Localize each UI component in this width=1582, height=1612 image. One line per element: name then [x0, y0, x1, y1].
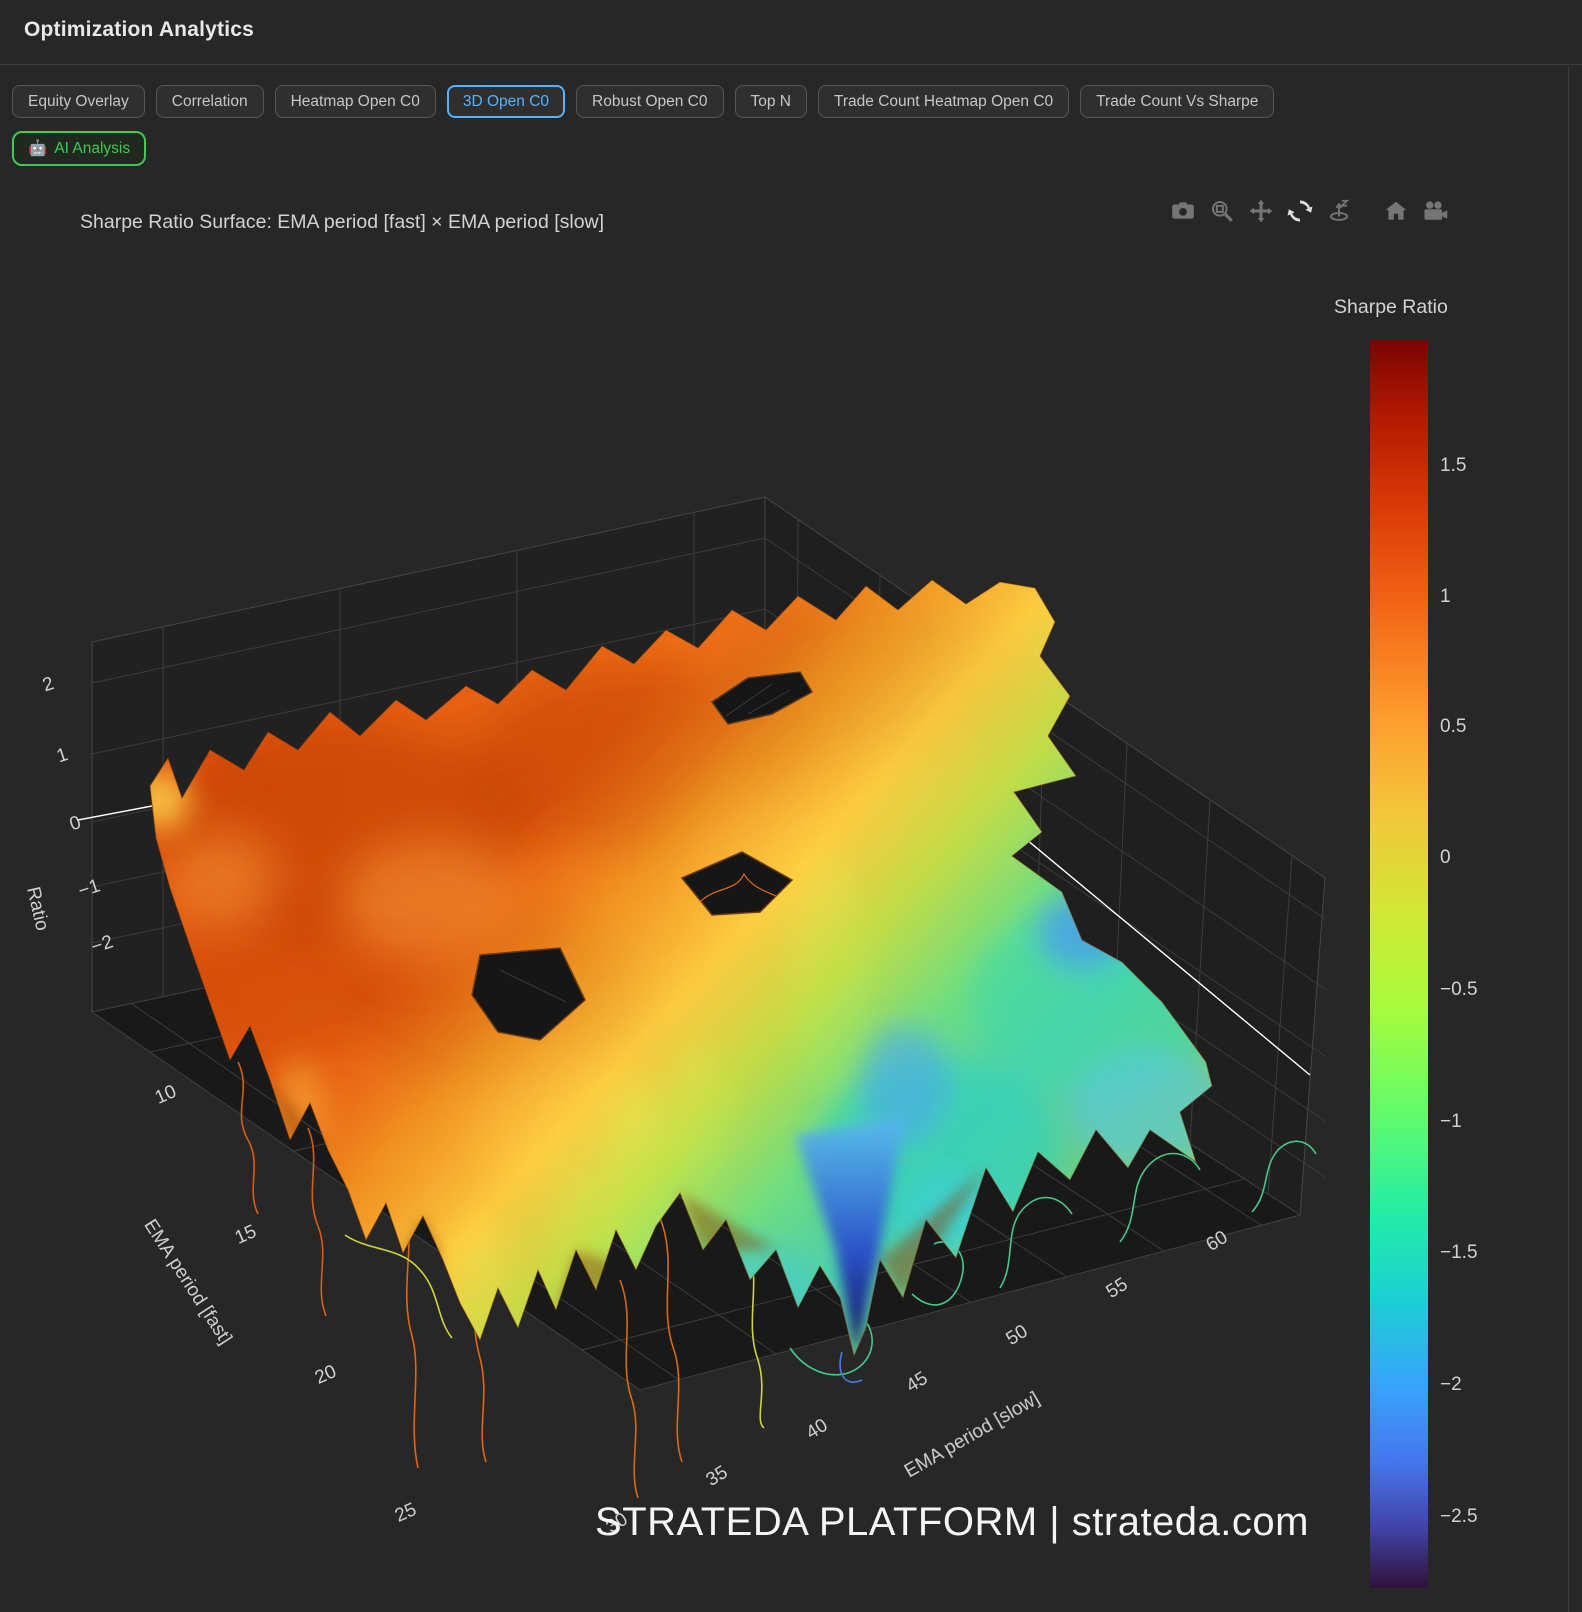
tab-trade-count-vs-sharpe[interactable]: Trade Count Vs Sharpe	[1080, 85, 1274, 118]
page-title: Optimization Analytics	[0, 0, 1582, 42]
turntable-rotation-icon[interactable]	[1324, 195, 1354, 227]
colorbar-tick: 0.5	[1440, 716, 1466, 738]
colorbar-tick: −1	[1440, 1111, 1462, 1133]
reset-camera-home-icon[interactable]	[1381, 195, 1411, 227]
tab-trade-count-heatmap-open-c0[interactable]: Trade Count Heatmap Open C0	[818, 85, 1069, 118]
colorbar-tick: 0	[1440, 847, 1451, 869]
panel-divider	[1568, 66, 1569, 1612]
tab-correlation[interactable]: Correlation	[156, 85, 264, 118]
y-axis-title: EMA period [slow]	[901, 1388, 1043, 1482]
colorbar-title: Sharpe Ratio	[1334, 296, 1448, 319]
y-tick: 40	[803, 1415, 832, 1444]
pan-icon[interactable]	[1246, 195, 1276, 227]
y-tick: 50	[1003, 1321, 1032, 1350]
app-header: Optimization Analytics	[0, 0, 1582, 65]
colorbar-tick: 1	[1440, 586, 1451, 608]
colorbar-tick: −2	[1440, 1374, 1462, 1396]
tab-top-n[interactable]: Top N	[735, 85, 808, 118]
plot-title: Sharpe Ratio Surface: EMA period [fast] …	[80, 211, 604, 234]
x-axis-title: EMA period [fast]	[139, 1216, 235, 1349]
tab-robust-open-c0[interactable]: Robust Open C0	[576, 85, 723, 118]
colorbar-tick: −0.5	[1440, 979, 1478, 1001]
z-tick: 1	[54, 744, 71, 767]
surface-plot-canvas[interactable]: 2 1 0 −1 −2 10 15 20 25 30 35 40 45 50 5…	[0, 0, 1582, 1612]
colorbar-tick: −1.5	[1440, 1242, 1478, 1264]
zoom-icon[interactable]	[1207, 195, 1237, 227]
robot-icon: 🤖	[28, 139, 47, 158]
y-tick: 55	[1103, 1274, 1132, 1303]
platform-watermark: STRATEDA PLATFORM | strateda.com	[595, 1500, 1309, 1545]
camera-snapshot-icon[interactable]	[1168, 195, 1198, 227]
z-tick: 2	[40, 673, 57, 696]
tab-heatmap-open-c0[interactable]: Heatmap Open C0	[275, 85, 436, 118]
reset-camera-last-save-icon[interactable]	[1420, 195, 1450, 227]
plotly-modebar	[1168, 195, 1459, 227]
colorbar-tick: 1.5	[1440, 455, 1466, 477]
z-axis-title: Ratio	[22, 885, 52, 933]
optimization-analytics-app: { "header": { "title": "Optimization Ana…	[0, 0, 1582, 1612]
x-tick: 20	[312, 1361, 340, 1389]
x-tick: 25	[392, 1499, 420, 1527]
tab-bar: Equity Overlay Correlation Heatmap Open …	[12, 85, 1274, 118]
ai-analysis-button[interactable]: 🤖 AI Analysis	[12, 131, 146, 166]
x-tick: 10	[152, 1081, 180, 1109]
tab-equity-overlay[interactable]: Equity Overlay	[12, 85, 145, 118]
y-tick: 45	[903, 1368, 932, 1397]
orbit-rotation-icon[interactable]	[1285, 195, 1315, 227]
colorbar-gradient	[1370, 340, 1428, 1588]
colorbar-tick: −2.5	[1440, 1506, 1478, 1528]
z-tick: 0	[67, 812, 84, 835]
x-tick: 15	[232, 1221, 260, 1249]
ai-analysis-label: AI Analysis	[54, 140, 130, 158]
tab-3d-open-c0[interactable]: 3D Open C0	[447, 85, 565, 118]
y-tick: 35	[703, 1462, 732, 1491]
